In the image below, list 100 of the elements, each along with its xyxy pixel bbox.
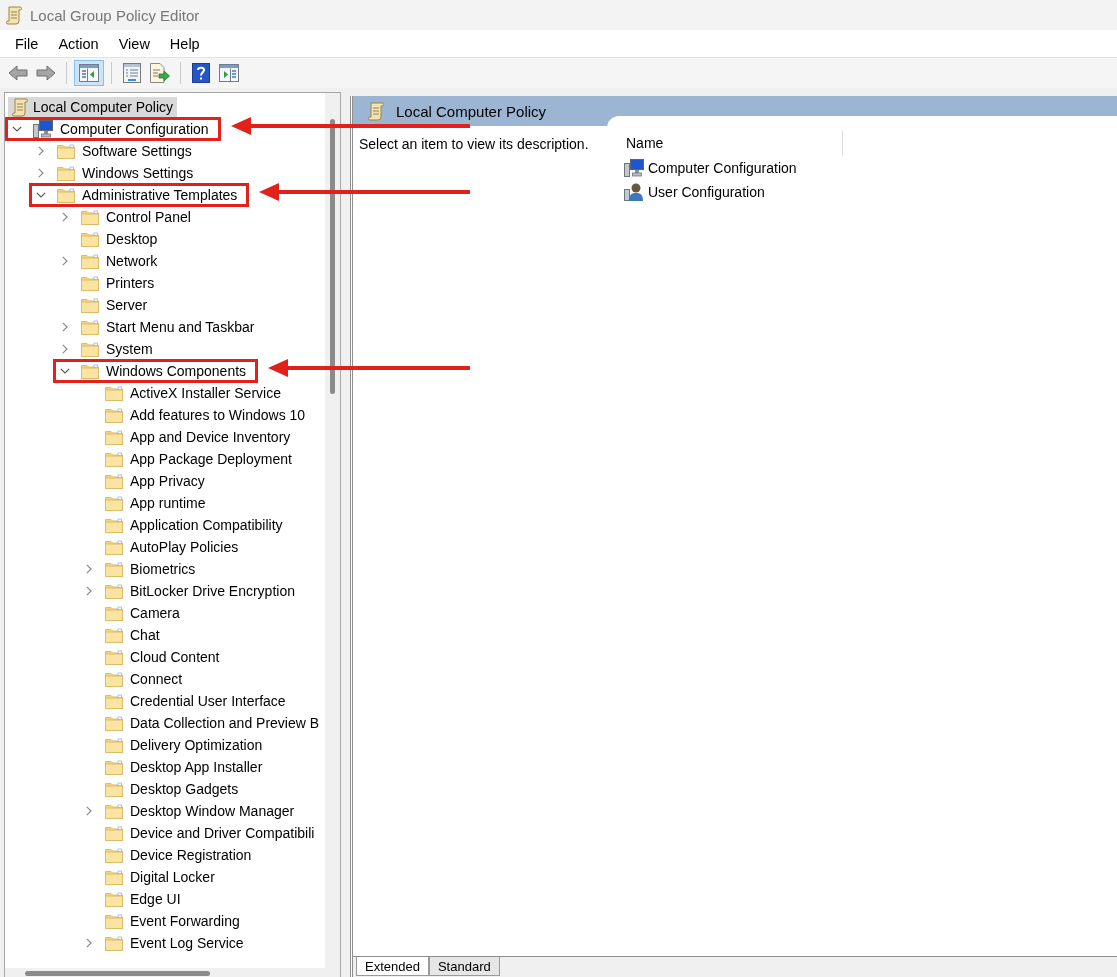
folder-icon bbox=[105, 913, 123, 929]
user-icon bbox=[624, 183, 644, 201]
chevron-right-icon[interactable] bbox=[86, 806, 92, 816]
tree-item[interactable]: Start Menu and Taskbar bbox=[73, 317, 259, 337]
tree-item[interactable]: Desktop bbox=[73, 229, 162, 249]
tree-item[interactable]: Digital Locker bbox=[97, 867, 219, 887]
chevron-right-icon[interactable] bbox=[62, 212, 68, 222]
tree-item[interactable]: Event Forwarding bbox=[97, 911, 244, 931]
scroll-icon bbox=[368, 102, 384, 121]
menu-item[interactable]: Help bbox=[159, 33, 210, 54]
folder-icon bbox=[105, 495, 123, 511]
folder-icon bbox=[105, 451, 123, 467]
folder-icon bbox=[105, 825, 123, 841]
list-item[interactable]: User Configuration bbox=[619, 180, 769, 204]
chevron-right-icon[interactable] bbox=[62, 322, 68, 332]
tree-item[interactable]: Chat bbox=[97, 625, 164, 645]
tree-item[interactable]: Credential User Interface bbox=[97, 691, 290, 711]
folder-icon bbox=[105, 935, 123, 951]
tree-item[interactable]: Software Settings bbox=[49, 141, 196, 161]
arrow-left-icon bbox=[8, 65, 28, 81]
chevron-down-icon[interactable] bbox=[36, 192, 46, 198]
folder-icon bbox=[105, 781, 123, 797]
tree-item[interactable]: Device and Driver Compatibili bbox=[97, 823, 319, 843]
tree-item[interactable]: BitLocker Drive Encryption bbox=[97, 581, 299, 601]
vertical-scrollbar[interactable] bbox=[325, 93, 340, 968]
folder-icon bbox=[105, 407, 123, 423]
tree-item[interactable]: Event Log Service bbox=[97, 933, 248, 953]
chevron-right-icon[interactable] bbox=[86, 564, 92, 574]
list-item[interactable]: Computer Configuration bbox=[619, 156, 801, 180]
computer-icon bbox=[624, 159, 644, 177]
view-tab[interactable]: Standard bbox=[428, 957, 500, 976]
chevron-right-icon[interactable] bbox=[86, 938, 92, 948]
arrow-right-icon bbox=[36, 65, 56, 81]
tree-item[interactable]: Local Computer Policy bbox=[8, 97, 178, 117]
chevron-down-icon[interactable] bbox=[60, 368, 70, 374]
horizontal-scrollbar[interactable] bbox=[5, 968, 340, 977]
tree-item[interactable]: Edge UI bbox=[97, 889, 185, 909]
chevron-right-icon[interactable] bbox=[38, 168, 44, 178]
chevron-down-icon[interactable] bbox=[12, 126, 22, 132]
menu-item[interactable]: View bbox=[108, 33, 160, 54]
folder-icon bbox=[105, 891, 123, 907]
pane-title: Local Computer Policy bbox=[396, 102, 547, 122]
tree-item[interactable]: System bbox=[73, 339, 157, 359]
tree-item[interactable]: App and Device Inventory bbox=[97, 427, 295, 447]
tree-item[interactable]: Desktop Gadgets bbox=[97, 779, 243, 799]
menu-item[interactable]: File bbox=[5, 33, 49, 54]
tree-item[interactable]: Printers bbox=[73, 273, 159, 293]
tree-item[interactable]: Biometrics bbox=[97, 559, 200, 579]
folder-icon bbox=[105, 847, 123, 863]
folder-icon bbox=[81, 297, 99, 313]
tree-item[interactable]: Delivery Optimization bbox=[97, 735, 267, 755]
tree-item[interactable]: Desktop App Installer bbox=[97, 757, 267, 777]
menu-item[interactable]: Action bbox=[48, 33, 109, 54]
chevron-right-icon[interactable] bbox=[62, 344, 68, 354]
folder-icon bbox=[105, 583, 123, 599]
folder-icon bbox=[57, 165, 75, 181]
tree-item[interactable]: Desktop Window Manager bbox=[97, 801, 299, 821]
console-tree-toggle[interactable] bbox=[74, 60, 104, 86]
export-list-button[interactable] bbox=[147, 60, 173, 86]
tree-item[interactable]: Windows Settings bbox=[49, 163, 198, 183]
tree-item[interactable]: ActiveX Installer Service bbox=[97, 383, 285, 403]
scrollbar-thumb[interactable] bbox=[25, 971, 210, 976]
folder-icon bbox=[81, 231, 99, 247]
tree-item[interactable]: Connect bbox=[97, 669, 187, 689]
tree-item[interactable]: Network bbox=[73, 251, 162, 271]
tree-item[interactable]: App runtime bbox=[97, 493, 210, 513]
folder-icon bbox=[105, 561, 123, 577]
chevron-right-icon[interactable] bbox=[62, 256, 68, 266]
folder-icon bbox=[105, 693, 123, 709]
tree-item[interactable]: Data Collection and Preview B bbox=[97, 713, 324, 733]
view-tab[interactable]: Extended bbox=[356, 957, 429, 976]
document-arrow-icon bbox=[150, 63, 170, 83]
tree-item[interactable]: Add features to Windows 10 bbox=[97, 405, 310, 425]
tree-item[interactable]: Cloud Content bbox=[97, 647, 224, 667]
folder-icon bbox=[105, 737, 123, 753]
tree-item[interactable]: Control Panel bbox=[73, 207, 195, 227]
chevron-right-icon[interactable] bbox=[38, 146, 44, 156]
tree-item[interactable]: App Package Deployment bbox=[97, 449, 296, 469]
computer-icon bbox=[33, 120, 53, 138]
folder-icon bbox=[105, 605, 123, 621]
tree-item[interactable]: Server bbox=[73, 295, 152, 315]
column-header[interactable]: Name bbox=[619, 130, 843, 156]
tree-item[interactable]: Device Registration bbox=[97, 845, 256, 865]
tree-item[interactable]: AutoPlay Policies bbox=[97, 537, 243, 557]
folder-icon bbox=[105, 627, 123, 643]
chevron-right-icon[interactable] bbox=[86, 586, 92, 596]
tree-item[interactable]: Computer Configuration bbox=[25, 119, 213, 139]
scrollbar-thumb[interactable] bbox=[330, 119, 335, 394]
folder-icon bbox=[105, 671, 123, 687]
tree-item[interactable]: Application Compatibility bbox=[97, 515, 287, 535]
folder-icon bbox=[105, 715, 123, 731]
tree-item[interactable]: Windows Components bbox=[73, 361, 251, 381]
folder-icon bbox=[105, 803, 123, 819]
window-title: Local Group Policy Editor bbox=[30, 6, 200, 24]
folder-icon bbox=[57, 187, 75, 203]
tree-item[interactable]: App Privacy bbox=[97, 471, 209, 491]
tree-item[interactable]: Camera bbox=[97, 603, 184, 623]
tree-item[interactable]: Administrative Templates bbox=[49, 185, 242, 205]
folder-icon bbox=[81, 319, 99, 335]
folder-icon bbox=[105, 759, 123, 775]
